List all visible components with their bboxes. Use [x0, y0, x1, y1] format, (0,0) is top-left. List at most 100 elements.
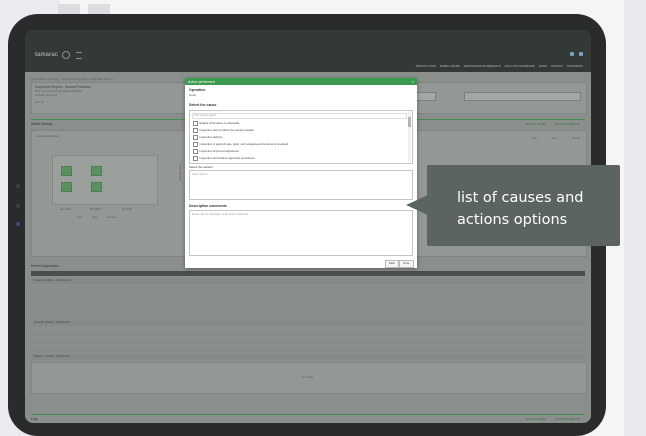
cause-list[interactable]: Click here to search Enable information … — [189, 110, 413, 164]
chart-plot-area — [52, 155, 158, 205]
nav-item[interactable]: MODELS FRAME — [440, 65, 460, 68]
cause-option-label: Enable information on placeable — [199, 121, 240, 125]
table-row[interactable] — [31, 344, 585, 351]
group-row[interactable]: Group B - Actions - 9 Shipments — [31, 320, 585, 326]
footer-title: Log — [31, 417, 38, 421]
checkbox-icon[interactable] — [193, 121, 198, 126]
empty-table-area: No results — [31, 362, 587, 394]
chart-axis-label: Average Hours — [178, 164, 182, 181]
notifications-icon[interactable] — [570, 52, 574, 56]
operation-label: Operation — [189, 88, 206, 92]
breadcrumb[interactable]: Inspection › Planning › Inspection Repor… — [31, 77, 113, 81]
chart-bar — [91, 182, 102, 192]
legend-chip: Fast — [532, 137, 537, 140]
footer-view-link[interactable]: VIEW ALL ISSUES — [525, 418, 546, 421]
actions-field[interactable]: Select actions — [189, 170, 413, 200]
cause-scroll-thumb[interactable] — [408, 117, 411, 127]
chart-category: Jun 2024 — [122, 208, 133, 211]
callout-box: list of causes and actions options — [427, 165, 620, 246]
cause-option[interactable]: Inspection did not follow the sample loc… — [193, 128, 254, 133]
header-icons — [570, 52, 583, 56]
table-row[interactable] — [31, 294, 585, 301]
legend-item: Fast — [77, 216, 82, 219]
cause-option-label: Inspection in approximate, grain, and un… — [199, 142, 289, 146]
main-nav: PRODUCT STOR MODELS FRAME MAINTENANCE DE R… — [416, 65, 583, 68]
camera-icon — [16, 184, 20, 188]
cause-option-label: Inspection delivery — [199, 135, 223, 139]
legend-chip: Slow — [552, 137, 558, 140]
indicator-icon — [16, 222, 20, 226]
cause-option-label: Inspection technician's approved procedu… — [199, 156, 255, 160]
cause-option[interactable]: Inspection technician's approved procedu… — [193, 156, 255, 161]
table-row[interactable] — [31, 302, 585, 309]
callout-text: list of causes and actions options — [457, 190, 584, 228]
logo-mark-icon — [62, 51, 70, 59]
nav-item[interactable]: ANALYTICS DASHBOARD — [505, 65, 535, 68]
action-modal: Action performed × Operation Grain Selec… — [185, 78, 417, 268]
nav-item[interactable]: PRODUCT STOR — [416, 65, 436, 68]
group-row[interactable]: Group A - Actions - 12 Shipments — [31, 278, 585, 284]
cause-option[interactable]: Inspection improved adjustment — [193, 149, 239, 154]
group-row-label: Group C - Actions - 4 Shipments — [34, 355, 70, 358]
table-row[interactable] — [31, 336, 585, 343]
cause-option-label: Inspection improved adjustment — [199, 149, 240, 153]
checkbox-icon[interactable] — [193, 142, 198, 147]
report-meta-1: Date: Jan 1 2023 09:21 / Manual Pulldown — [35, 90, 83, 93]
chart-bar — [61, 166, 72, 176]
app-logo[interactable]: tamarac — [35, 52, 58, 58]
actions-placeholder: Select actions — [192, 173, 208, 176]
user-icon[interactable] — [579, 52, 583, 56]
modal-title: Action performed — [188, 79, 215, 84]
table-row[interactable] — [31, 328, 585, 335]
nav-item[interactable]: SUPPORT — [551, 65, 563, 68]
backdrop-panel-right — [624, 0, 646, 436]
actions-label: Select the actions — [189, 165, 213, 169]
sensor-icon — [16, 204, 20, 208]
view-all-issues-link[interactable]: VIEW ALL ISSUES — [525, 123, 546, 126]
legend-item: Slow — [92, 216, 98, 219]
footer-export-link[interactable]: EXPORT AS REPORT — [555, 418, 580, 421]
callout-pointer — [406, 195, 428, 215]
nav-item[interactable]: DOCUMENTS — [567, 65, 583, 68]
menu-icon[interactable] — [76, 52, 82, 59]
checkbox-icon[interactable] — [193, 156, 198, 161]
empty-state-text: No results — [302, 376, 314, 379]
table-row[interactable] — [31, 286, 585, 293]
filter-select-2[interactable] — [464, 92, 581, 101]
close-icon[interactable]: × — [412, 79, 414, 84]
chart-category: Dec 2023 — [60, 208, 71, 211]
report-meta-2: Purpose: Inspection — [35, 94, 58, 97]
table-header — [31, 271, 585, 276]
legend-item: Normal — [107, 216, 116, 219]
cause-option[interactable]: Inspection in approximate, grain, and un… — [193, 142, 288, 147]
description-label: Description comments — [189, 204, 227, 208]
section-title: Initial Dating — [31, 122, 52, 126]
chart-bar — [91, 166, 102, 176]
modal-header: Action performed × — [185, 78, 417, 85]
cause-option[interactable]: Inspection delivery — [193, 135, 223, 140]
table-title: Event Inspection — [31, 264, 60, 268]
group-row-label: Group A - Actions - 12 Shipments — [34, 279, 71, 282]
group-row[interactable]: Group C - Actions - 4 Shipments — [31, 354, 585, 360]
operation-value: Grain — [189, 93, 197, 97]
cause-label: Select the cause — [189, 103, 217, 107]
group-row-label: Group B - Actions - 9 Shipments — [34, 321, 70, 324]
back-button[interactable]: Back — [385, 260, 399, 268]
cause-option-label: Inspection did not follow the sample loc… — [199, 128, 255, 132]
checkbox-icon[interactable] — [193, 149, 198, 154]
done-button[interactable]: Done — [399, 260, 414, 268]
cause-search-input[interactable]: Click here to search — [192, 113, 407, 119]
checkbox-icon[interactable] — [193, 128, 198, 133]
nav-item[interactable]: ADMIN — [539, 65, 547, 68]
description-field[interactable]: Please add the description of the action… — [189, 210, 413, 256]
nav-item[interactable]: MAINTENANCE DE REQUESTS — [464, 65, 501, 68]
filter-label[interactable]: Filter by — [35, 101, 44, 104]
report-title: Inspection Report - Manual Pulldown — [35, 85, 91, 89]
app-header: tamarac PRODUCT STOR MODELS FRAME MAINTENA… — [25, 30, 591, 72]
table-row[interactable] — [31, 310, 585, 317]
export-report-link[interactable]: EXPORT AS REPORT — [555, 123, 580, 126]
footer-divider — [31, 414, 585, 415]
chart-bar — [61, 182, 72, 192]
checkbox-icon[interactable] — [193, 135, 198, 140]
cause-option[interactable]: Enable information on placeable — [193, 121, 239, 126]
